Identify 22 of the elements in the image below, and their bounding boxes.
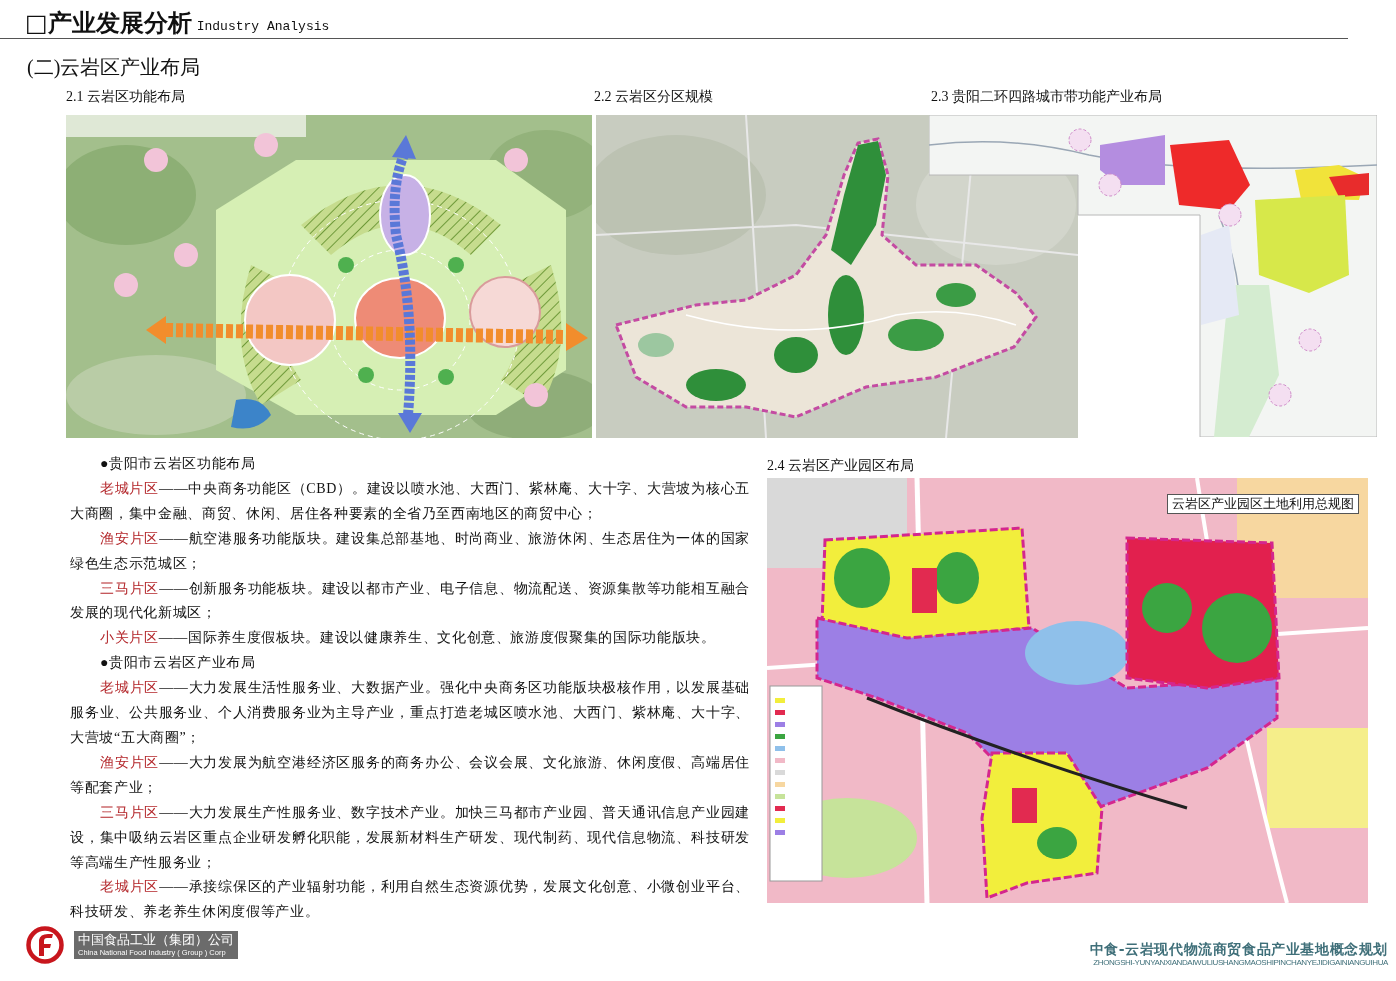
figure-caption: 2.4 云岩区产业园区布局	[767, 457, 914, 475]
project-pinyin: ZHONGSHI-YUNYANXIANDAIWULIUSHANGMAOSHIPINCHANYEJIDIGAINIANGUIHUA	[1093, 958, 1388, 968]
paragraph: 老城片区——中央商务功能区（CBD）。建设以喷水池、大西门、紫林庵、大十字、大营坡为核心五大商圈，集中金融、商贸、休闲、居住各种要素的全省乃至西南地区的商贸中心；	[70, 479, 750, 523]
company-name-chinese: 中国食品工业（集团）公司	[78, 932, 234, 948]
paragraph: 小关片区——国际养生度假板块。建设以健康养生、文化创意、旅游度假聚集的国际功能版块。	[99, 629, 717, 648]
project-title: 中食-云岩现代物流商贸食品产业基地概念规划	[1089, 940, 1388, 958]
paragraph: 渔安片区——大力发展为航空港经济区服务的商务办公、会议会展、文化旅游、休闲度假、高端居住等配套产业；	[70, 753, 750, 797]
bullet-heading: ●贵阳市云岩区产业布局	[99, 654, 257, 673]
paragraph: 老城片区——承接综保区的产业辐射功能，利用自然生态资源优势，发展文化创意、小微创业平台、科技研发、养老养生休闲度假等产业。	[70, 878, 750, 922]
map-title: 云岩区产业园区土地利用总规图	[1167, 494, 1359, 514]
section-title: (二)云岩区产业布局	[27, 55, 201, 79]
page-title: □产业发展分析	[25, 8, 192, 38]
paragraph: 老城片区——大力发展生活性服务业、大数据产业。强化中央商务区功能版块极核作用，以发展基础服务业、公共服务业、个人消费服务业为主导产业，重点打造老城区喷水池、大西门、紫林庵、大十字、大营坡“五大商圈”；	[70, 679, 750, 747]
bullet-heading: ●贵阳市云岩区功能布局	[99, 455, 257, 473]
paragraph: 渔安片区——航空港服务功能版块。建设集总部基地、时尚商业、旅游休闲、生态居住为一体的国家绿色生态示范城区；	[70, 529, 750, 573]
figure-caption: 2.3 贵阳二环四路城市带功能产业布局	[931, 88, 1162, 106]
figure-caption: 2.2 云岩区分区规模	[594, 88, 713, 106]
logo-icon	[26, 925, 64, 965]
page-subtitle: Industry Analysis	[196, 19, 330, 35]
paragraph: 三马片区——创新服务功能板块。建设以都市产业、电子信息、物流配送、资源集散等功能相互融合发展的现代化新城区；	[70, 579, 750, 623]
figure-caption: 2.1 云岩区功能布局	[66, 88, 185, 106]
paragraph: 三马片区——大力发展生产性服务业、数字技术产业。加快三马都市产业园、普天通讯信息产业园建设，集中吸纳云岩区重点企业研发孵化职能，发展新材料生产研发、现代制药、现代信息物流、科技研发等高端生产性服务业；	[70, 803, 750, 872]
